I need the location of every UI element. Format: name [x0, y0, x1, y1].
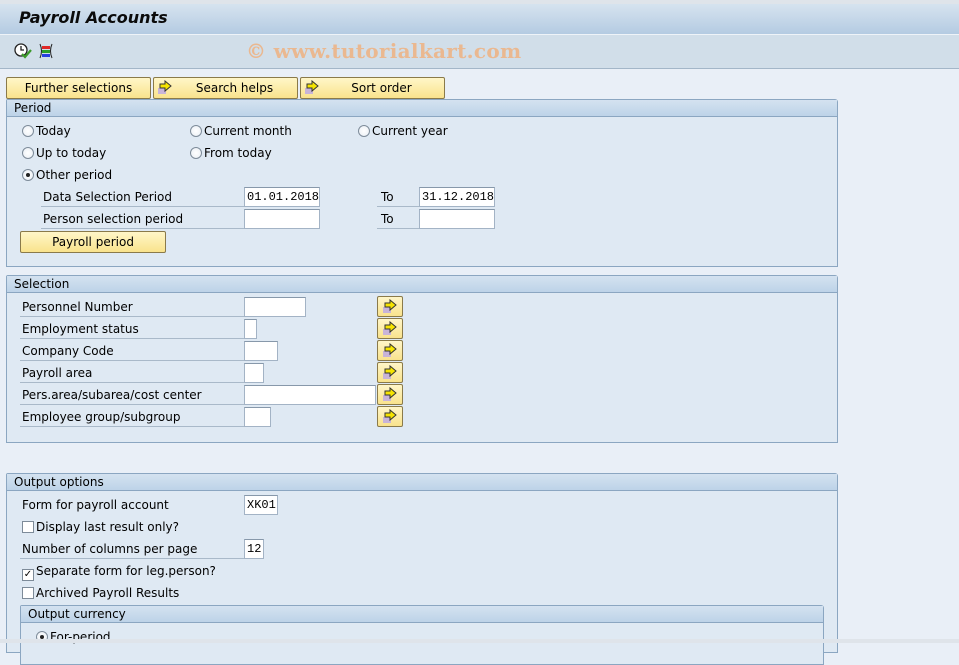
display-last-result-checkbox[interactable]: Display last result only? — [22, 518, 179, 536]
radio-label: Today — [36, 124, 71, 138]
data-selection-from-input[interactable]: 01.01.2018 — [244, 187, 320, 207]
radio-button[interactable] — [190, 147, 202, 159]
variant-icon[interactable] — [37, 42, 57, 60]
personnel-number-label: Personnel Number — [20, 297, 244, 317]
payroll-period-label: Payroll period — [52, 235, 134, 249]
person-selection-to-label: To — [377, 209, 419, 229]
radio-today[interactable]: Today — [22, 122, 71, 140]
title-bar: Payroll Accounts — [0, 4, 959, 35]
radio-label: Other period — [36, 168, 113, 182]
multiple-selection-arrow-icon — [383, 299, 397, 313]
radio-button[interactable] — [22, 125, 34, 137]
radio-from-today[interactable]: From today — [190, 144, 272, 162]
pers-area-input[interactable] — [244, 385, 376, 405]
payroll-area-multiple-selection-button[interactable] — [377, 362, 403, 383]
personnel-number-multiple-selection-button[interactable] — [377, 296, 403, 317]
multiple-selection-arrow-icon — [383, 409, 397, 423]
radio-label: Current year — [372, 124, 448, 138]
employee-group-input[interactable] — [244, 407, 271, 427]
company-code-multiple-selection-button[interactable] — [377, 340, 403, 361]
output-currency-group: Output currency — [20, 605, 824, 665]
person-selection-period-label: Person selection period — [41, 209, 244, 229]
radio-label: Up to today — [36, 146, 107, 160]
employment-status-multiple-selection-button[interactable] — [377, 318, 403, 339]
further-selections-label: Further selections — [24, 81, 133, 95]
archived-payroll-checkbox[interactable]: Archived Payroll Results — [22, 584, 179, 602]
form-payroll-account-label: Form for payroll account — [22, 498, 169, 512]
checkbox-checked[interactable]: ✓ — [22, 569, 34, 581]
search-helps-label: Search helps — [195, 81, 274, 95]
multiple-selection-arrow-icon — [383, 343, 397, 357]
further-selections-button[interactable]: Further selections — [6, 77, 151, 99]
person-selection-from-input[interactable] — [244, 209, 320, 229]
multiple-selection-arrow-icon — [383, 365, 397, 379]
personnel-number-input[interactable] — [244, 297, 306, 317]
checkbox[interactable] — [22, 521, 34, 533]
employee-group-multiple-selection-button[interactable] — [377, 406, 403, 427]
checkbox[interactable] — [22, 587, 34, 599]
pers-area-label: Pers.area/subarea/cost center — [20, 385, 244, 405]
radio-other-period[interactable]: Other period — [22, 166, 112, 184]
window-bottom-border — [0, 639, 959, 643]
separate-form-checkbox[interactable]: ✓ Separate form for leg.person? — [22, 562, 216, 581]
execute-clock-icon[interactable] — [13, 42, 33, 60]
data-selection-to-input[interactable]: 31.12.2018 — [419, 187, 495, 207]
multiple-selection-arrow-icon — [383, 387, 397, 401]
columns-per-page-input[interactable]: 12 — [244, 539, 264, 559]
checkbox-label: Archived Payroll Results — [36, 586, 180, 600]
payroll-area-input[interactable] — [244, 363, 264, 383]
pers-area-multiple-selection-button[interactable] — [377, 384, 403, 405]
employment-status-label: Employment status — [20, 319, 244, 339]
radio-current-month[interactable]: Current month — [190, 122, 292, 140]
data-selection-to-label: To — [377, 187, 419, 207]
output-currency-group-title: Output currency — [21, 606, 823, 623]
application-toolbar: © www.tutorialkart.com — [0, 35, 959, 69]
multiple-selection-arrow-icon — [383, 321, 397, 335]
radio-label: Current month — [204, 124, 292, 138]
period-group-title: Period — [7, 100, 837, 117]
page-title: Payroll Accounts — [19, 8, 168, 27]
radio-button[interactable] — [358, 125, 370, 137]
radio-up-to-today[interactable]: Up to today — [22, 144, 106, 162]
person-selection-to-input[interactable] — [419, 209, 495, 229]
watermark-text: © www.tutorialkart.com — [246, 39, 522, 63]
radio-label: From today — [204, 146, 272, 160]
payroll-area-label: Payroll area — [20, 363, 244, 383]
radio-button[interactable] — [22, 147, 34, 159]
checkbox-label: Display last result only? — [36, 520, 180, 534]
output-options-group-title: Output options — [7, 474, 837, 491]
radio-for-period[interactable]: For-period — [36, 628, 111, 646]
selection-group-title: Selection — [7, 276, 837, 293]
employee-group-label: Employee group/subgroup — [20, 407, 244, 427]
employment-status-input[interactable] — [244, 319, 257, 339]
radio-button[interactable] — [190, 125, 202, 137]
payroll-period-button[interactable]: Payroll period — [20, 231, 166, 253]
radio-button-selected[interactable] — [22, 169, 34, 181]
search-helps-button[interactable]: Search helps — [153, 77, 298, 99]
company-code-label: Company Code — [20, 341, 244, 361]
sort-order-label: Sort order — [351, 81, 412, 95]
company-code-input[interactable] — [244, 341, 278, 361]
columns-per-page-label: Number of columns per page — [20, 539, 244, 559]
sort-order-button[interactable]: Sort order — [300, 77, 445, 99]
form-payroll-account-input[interactable]: XK01 — [244, 495, 278, 515]
checkbox-label: Separate form for leg.person? — [36, 564, 216, 578]
radio-current-year[interactable]: Current year — [358, 122, 448, 140]
data-selection-period-label: Data Selection Period — [41, 187, 244, 207]
